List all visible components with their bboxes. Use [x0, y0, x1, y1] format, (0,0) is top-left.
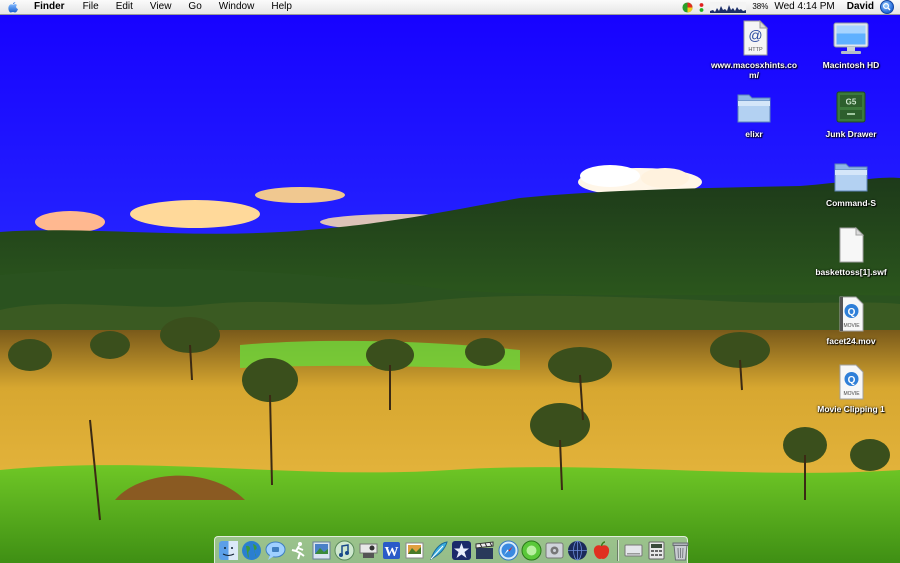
desktop-icon-facet24[interactable]: Q MOVIE facet24.mov — [806, 296, 896, 346]
apple-menu-icon[interactable] — [6, 0, 20, 14]
desktop-icon-label: www.macosxhints.co m/ — [710, 60, 798, 80]
feather-icon[interactable] — [428, 540, 449, 561]
svg-text:MOVIE: MOVIE — [843, 391, 860, 397]
calculator-icon[interactable] — [646, 540, 667, 561]
document-icon — [839, 227, 865, 263]
dock: W — [214, 536, 691, 563]
menu-bar-left: Finder File Edit View Go Window Help — [6, 0, 309, 14]
desktop-icon-movie-clipping[interactable]: Q MOVIE Movie Clipping 1 — [806, 364, 896, 414]
clapper-icon[interactable] — [474, 540, 495, 561]
desktop-icon-label: Macintosh HD — [822, 60, 880, 70]
itunes-icon[interactable] — [334, 540, 355, 561]
projector-icon[interactable] — [358, 540, 379, 561]
desktop-icon-webloc[interactable]: @ HTTP www.macosxhints.co m/ — [709, 20, 799, 80]
trash-icon[interactable] — [670, 540, 691, 561]
movie-clipping-icon: Q MOVIE — [839, 364, 864, 400]
folder-icon — [834, 163, 868, 192]
menu-help[interactable]: Help — [271, 0, 292, 14]
menu-file[interactable]: File — [83, 0, 99, 14]
junk-drawer-icon: G5 — [836, 91, 866, 123]
cpu-meter-icon[interactable] — [710, 1, 747, 13]
menu-bar-extras: 38% Wed 4:14 PM David — [676, 0, 894, 14]
svg-text:MOVIE: MOVIE — [843, 323, 860, 329]
movie-file-icon: Q MOVIE — [839, 296, 864, 332]
desktop-icon-label: Movie Clipping 1 — [817, 404, 885, 414]
menu-clock[interactable]: Wed 4:14 PM — [774, 0, 834, 14]
desktop-icon-elixr[interactable]: elixr — [709, 89, 799, 139]
svg-text:G5: G5 — [846, 98, 857, 107]
menu-window[interactable]: Window — [219, 0, 255, 14]
svg-text:Q: Q — [848, 375, 856, 386]
desktop-icon-label: baskettoss[1].swf — [815, 267, 887, 277]
user-name[interactable]: David — [847, 0, 874, 14]
desktop-icon-label: Command-S — [825, 198, 877, 208]
dock-separator — [617, 539, 620, 561]
svg-text:W: W — [385, 545, 399, 560]
spotlight-icon[interactable] — [880, 0, 894, 14]
menu-app-finder[interactable]: Finder — [34, 0, 65, 14]
globe-icon[interactable] — [241, 540, 262, 561]
desktop-wallpaper — [0, 0, 900, 563]
desktop-icon-label: facet24.mov — [826, 336, 876, 346]
hard-drive-icon — [833, 22, 869, 54]
menu-go[interactable]: Go — [188, 0, 201, 14]
svg-text:@: @ — [748, 27, 762, 43]
color-wheel-icon[interactable] — [682, 1, 693, 13]
green-app-icon[interactable] — [521, 540, 542, 561]
status-lights-icon[interactable] — [699, 2, 704, 13]
battery-percent[interactable]: 38% — [752, 0, 768, 14]
desktop-icon-label: Junk Drawer — [825, 129, 877, 139]
ichat-icon[interactable] — [265, 540, 286, 561]
desktop-icon-baskettoss[interactable]: baskettoss[1].swf — [806, 227, 896, 277]
menu-view[interactable]: View — [150, 0, 172, 14]
apple-red-icon[interactable] — [591, 540, 612, 561]
desktop-icon-label: elixr — [745, 129, 763, 139]
running-man-icon[interactable] — [288, 540, 309, 561]
preview-icon[interactable] — [311, 540, 332, 561]
dark-globe-icon[interactable] — [567, 540, 588, 561]
safari-icon[interactable] — [498, 540, 519, 561]
desktop-icon-macintosh-hd[interactable]: Macintosh HD — [806, 20, 896, 70]
word-icon[interactable]: W — [381, 540, 402, 561]
disk-icon[interactable] — [623, 540, 644, 561]
folder-icon — [737, 94, 771, 123]
desktop-icon-junk-drawer[interactable]: G5 Junk Drawer — [806, 89, 896, 139]
imovie-star-icon[interactable] — [451, 540, 472, 561]
webloc-icon: @ HTTP — [743, 20, 769, 56]
svg-text:Q: Q — [848, 307, 856, 318]
system-preferences-icon[interactable] — [544, 540, 565, 561]
finder-icon[interactable] — [218, 540, 239, 561]
menu-bar: Finder File Edit View Go Window Help 38%… — [0, 0, 900, 15]
iphoto-icon[interactable] — [404, 540, 425, 561]
desktop-icon-command-s[interactable]: Command-S — [806, 158, 896, 208]
svg-text:HTTP: HTTP — [748, 47, 763, 53]
menu-edit[interactable]: Edit — [116, 0, 133, 14]
